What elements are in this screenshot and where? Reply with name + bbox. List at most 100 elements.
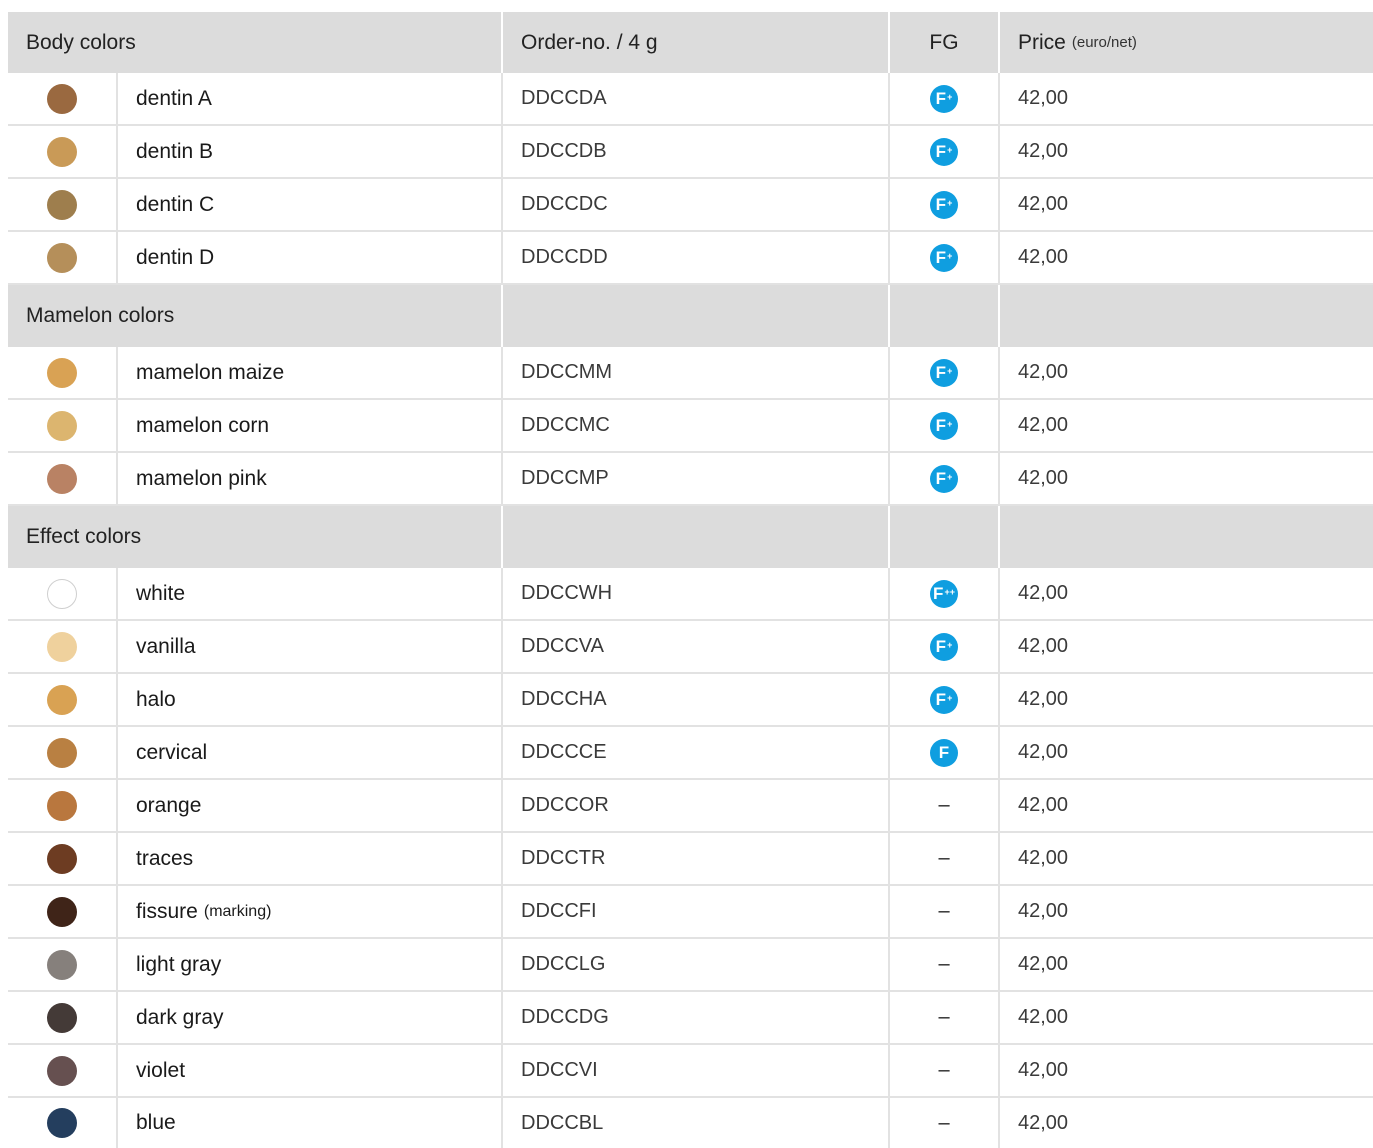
fg-cell: – xyxy=(890,833,1000,884)
column-header-price: Price (euro/net) xyxy=(1000,12,1373,73)
price: 42,00 xyxy=(1018,1059,1069,1081)
fg-badge-icon: F + xyxy=(930,358,958,387)
fg-dash: – xyxy=(938,1006,950,1028)
price: 42,00 xyxy=(1018,900,1069,922)
fg-cell: F ++ xyxy=(890,568,1000,619)
color-swatch xyxy=(47,189,77,220)
color-name-text: fissure xyxy=(136,899,198,923)
color-swatch xyxy=(47,1002,77,1033)
swatch-cell xyxy=(8,727,118,778)
order-number: DDCCDA xyxy=(503,73,890,124)
color-name-text: traces xyxy=(136,846,194,870)
color-name: white xyxy=(118,568,503,619)
order-number: DDCCLG xyxy=(503,939,890,990)
fg-cell: – xyxy=(890,780,1000,831)
swatch-cell xyxy=(8,886,118,937)
section-order-cell xyxy=(503,506,890,568)
price: 42,00 xyxy=(1018,467,1069,489)
table-row: mamelon corn DDCCMC F + 42,00 xyxy=(8,400,1373,453)
fg-cell: F + xyxy=(890,400,1000,451)
color-swatch xyxy=(47,631,77,662)
color-name-text: cervical xyxy=(136,740,208,764)
swatch-cell xyxy=(8,347,118,398)
price: 42,00 xyxy=(1018,794,1069,816)
color-swatch xyxy=(47,136,77,167)
price-label: Price xyxy=(1018,30,1066,54)
table-row: blue DDCCBL – 42,00 xyxy=(8,1098,1373,1148)
color-name-text: vanilla xyxy=(136,634,196,658)
swatch-cell xyxy=(8,780,118,831)
color-swatch xyxy=(47,949,77,980)
fg-cell: F + xyxy=(890,232,1000,283)
color-swatch xyxy=(47,790,77,821)
price: 42,00 xyxy=(1018,246,1069,268)
fg-cell: F + xyxy=(890,179,1000,230)
table-row: dark gray DDCCDG – 42,00 xyxy=(8,992,1373,1045)
fg-cell: – xyxy=(890,939,1000,990)
fg-cell: – xyxy=(890,1045,1000,1096)
section-header: Effect colors xyxy=(8,506,1373,568)
color-name: light gray xyxy=(118,939,503,990)
color-name-text: dentin D xyxy=(136,245,215,269)
order-number: DDCCOR xyxy=(503,780,890,831)
color-name: violet xyxy=(118,1045,503,1096)
section-header: Mamelon colors xyxy=(8,285,1373,347)
table-row: mamelon pink DDCCMP F + 42,00 xyxy=(8,453,1373,506)
fg-badge-icon: F ++ xyxy=(930,579,958,608)
table-row: dentin D DDCCDD F + 42,00 xyxy=(8,232,1373,285)
swatch-cell xyxy=(8,232,118,283)
color-price-table: Body colors Order-no. / 4 g FG Price (euro/n… xyxy=(8,12,1373,1148)
color-name-text: dentin C xyxy=(136,192,215,216)
color-name: dentin A xyxy=(118,73,503,124)
fg-cell: F + xyxy=(890,347,1000,398)
price: 42,00 xyxy=(1018,193,1069,215)
fg-badge-icon: F xyxy=(930,738,958,767)
swatch-cell xyxy=(8,126,118,177)
swatch-cell xyxy=(8,833,118,884)
order-number: DDCCDG xyxy=(503,992,890,1043)
column-header-fg: FG xyxy=(890,12,1000,73)
color-name-text: mamelon corn xyxy=(136,413,270,437)
color-name: mamelon pink xyxy=(118,453,503,504)
price: 42,00 xyxy=(1018,87,1069,109)
color-name-text: dentin A xyxy=(136,86,212,110)
color-name-text: light gray xyxy=(136,952,222,976)
order-number: DDCCMP xyxy=(503,453,890,504)
table-row: vanilla DDCCVA F + 42,00 xyxy=(8,621,1373,674)
color-swatch xyxy=(47,684,77,715)
fg-dash: – xyxy=(938,1111,950,1134)
order-number: DDCCFI xyxy=(503,886,890,937)
table-row: traces DDCCTR – 42,00 xyxy=(8,833,1373,886)
fg-badge-icon: F + xyxy=(930,243,958,272)
color-name-note: (marking) xyxy=(203,902,272,920)
swatch-cell xyxy=(8,453,118,504)
color-name: dentin C xyxy=(118,179,503,230)
section-title: Mamelon colors xyxy=(8,285,503,347)
color-name: cervical xyxy=(118,727,503,778)
table-row: violet DDCCVI – 42,00 xyxy=(8,1045,1373,1098)
price: 42,00 xyxy=(1018,140,1069,162)
color-name-text: violet xyxy=(136,1058,186,1082)
color-name: fissure (marking) xyxy=(118,886,503,937)
color-name: vanilla xyxy=(118,621,503,672)
color-name-text: dark gray xyxy=(136,1005,224,1029)
order-number: DDCCDD xyxy=(503,232,890,283)
fg-badge-icon: F + xyxy=(930,84,958,113)
color-swatch xyxy=(47,357,77,388)
color-name: dentin D xyxy=(118,232,503,283)
fg-badge-icon: F + xyxy=(930,685,958,714)
fg-dash: – xyxy=(938,794,950,816)
color-name: dark gray xyxy=(118,992,503,1043)
color-swatch xyxy=(47,83,77,114)
swatch-cell xyxy=(8,400,118,451)
fg-cell: F + xyxy=(890,453,1000,504)
fg-dash: – xyxy=(938,1059,950,1081)
table-row: dentin B DDCCDB F + 42,00 xyxy=(8,126,1373,179)
swatch-cell xyxy=(8,992,118,1043)
price: 42,00 xyxy=(1018,1111,1069,1134)
order-number: DDCCWH xyxy=(503,568,890,619)
fg-dash: – xyxy=(938,900,950,922)
section-fg-cell xyxy=(890,285,1000,347)
fg-cell: F + xyxy=(890,126,1000,177)
table-row: fissure (marking) DDCCFI – 42,00 xyxy=(8,886,1373,939)
